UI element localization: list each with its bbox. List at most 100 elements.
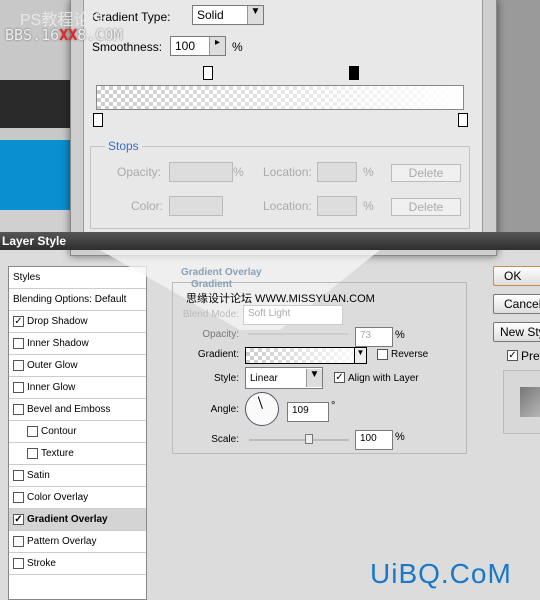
style-item[interactable]: Outer Glow (9, 355, 146, 377)
style-checkbox[interactable] (27, 448, 38, 459)
panel-title: Gradient Overlay (181, 267, 262, 278)
color-label: Color: (131, 199, 164, 213)
style-item[interactable]: Inner Shadow (9, 333, 146, 355)
stops-title: Stops (105, 139, 142, 153)
smoothness-input[interactable]: 100 ▸ (170, 36, 226, 56)
stop-opacity-input[interactable] (169, 162, 233, 182)
percent-label: % (232, 40, 243, 54)
watermark-url-highlight: XX (59, 26, 78, 44)
location-label: Location: (263, 199, 312, 213)
opacity-stop-right[interactable] (349, 66, 359, 80)
blend-mode-value: Soft Light (248, 308, 291, 319)
scale-slider-thumb[interactable] (305, 434, 313, 444)
style-item-label: Contour (41, 426, 77, 437)
chevron-down-icon: ▼ (306, 369, 322, 387)
style-label: Style: (213, 373, 239, 384)
percent-label: % (363, 199, 374, 213)
angle-needle (257, 396, 263, 409)
opacity-slider[interactable] (248, 333, 348, 335)
chevron-down-icon[interactable]: ▼ (354, 348, 366, 363)
style-checkbox[interactable] (13, 360, 24, 371)
style-checkbox[interactable] (13, 492, 24, 503)
style-item[interactable]: Contour (9, 421, 146, 443)
style-checkbox[interactable]: ✓ (13, 514, 24, 525)
style-item-label: Gradient Overlay (27, 514, 108, 525)
style-item-label: Stroke (27, 558, 56, 569)
watermark-url-part: 8.COM (77, 26, 123, 44)
preview-checkbox[interactable]: ✓ (507, 350, 518, 361)
delete-color-stop-button[interactable]: Delete (391, 198, 461, 216)
style-item-label: Bevel and Emboss (27, 404, 111, 415)
blend-mode-select[interactable]: Soft Light (243, 305, 343, 325)
style-item[interactable]: Color Overlay (9, 487, 146, 509)
style-item[interactable]: Bevel and Emboss (9, 399, 146, 421)
cancel-button[interactable]: Cancel (493, 294, 540, 314)
style-item-label: Satin (27, 470, 50, 481)
style-item[interactable]: Satin (9, 465, 146, 487)
style-checkbox[interactable] (13, 470, 24, 481)
gradient-type-select[interactable]: Solid ▼ (192, 5, 264, 25)
gradient-overlay-panel: Gradient Overlay Gradient Blend Mode: So… (172, 267, 467, 454)
uibq-watermark: UiBQ.CoM (370, 558, 512, 589)
style-item-label: Blending Options: Default (13, 294, 127, 305)
opacity-stop-mid[interactable] (203, 66, 213, 80)
style-item[interactable]: Inner Glow (9, 377, 146, 399)
styles-list: Styles Blending Options: Default ✓ Drop Sha… (8, 266, 147, 600)
missyuan-watermark: 思缘设计论坛 WWW.MISSYUAN.COM (186, 293, 375, 305)
opacity-label: Opacity: (202, 329, 239, 340)
style-item[interactable]: Styles (9, 267, 146, 289)
style-checkbox[interactable] (13, 338, 24, 349)
opacity-label: Opacity: (117, 165, 162, 179)
style-checkbox[interactable] (13, 536, 24, 547)
percent-label: % (395, 431, 405, 443)
style-checkbox[interactable] (13, 382, 24, 393)
color-stop-left[interactable] (93, 113, 103, 127)
reverse-checkbox[interactable] (377, 349, 388, 360)
location-label: Location: (263, 165, 312, 179)
style-preview (503, 370, 540, 434)
style-checkbox[interactable]: ✓ (13, 316, 24, 327)
angle-label: Angle: (210, 404, 239, 415)
smoothness-value: 100 (175, 39, 196, 53)
preview-swatch (520, 387, 540, 417)
stop-color-swatch[interactable] (169, 196, 223, 216)
style-item-label: Styles (13, 272, 41, 283)
align-with-layer-checkbox[interactable]: ✓ (334, 372, 345, 383)
angle-dial[interactable] (245, 392, 279, 426)
degree-label: ° (331, 400, 336, 412)
scale-label: Scale: (211, 434, 239, 445)
reverse-label: Reverse (391, 349, 429, 360)
gradient-type-value: Solid (197, 8, 224, 22)
style-checkbox[interactable] (27, 426, 38, 437)
play-icon[interactable]: ▸ (209, 37, 225, 55)
delete-opacity-stop-button[interactable]: Delete (391, 164, 461, 182)
style-item-label: Outer Glow (27, 360, 78, 371)
color-location-input[interactable] (317, 196, 357, 216)
style-item[interactable]: ✓ Drop Shadow (9, 311, 146, 333)
style-item[interactable]: Blending Options: Default (9, 289, 146, 311)
dialog-title: Layer Style (0, 232, 540, 250)
watermark-url-part: BBS.16 (5, 26, 60, 44)
style-item[interactable]: ✓ Gradient Overlay (9, 509, 146, 531)
new-style-button[interactable]: New Style... (493, 322, 540, 342)
color-stop-right[interactable] (458, 113, 468, 127)
percent-label: % (395, 329, 405, 341)
opacity-value: 73 (360, 330, 372, 341)
ok-button[interactable]: OK (493, 266, 540, 286)
gradient-preview-bar[interactable] (96, 85, 464, 110)
style-item[interactable]: Texture (9, 443, 146, 465)
style-item[interactable]: Pattern Overlay (9, 531, 146, 553)
angle-value: 109 (292, 405, 309, 416)
style-item[interactable]: Stroke (9, 553, 146, 575)
opacity-input[interactable]: 73 (355, 327, 393, 347)
scale-slider[interactable] (249, 434, 349, 444)
style-checkbox[interactable] (13, 404, 24, 415)
style-checkbox[interactable] (13, 558, 24, 569)
angle-input[interactable]: 109 (287, 402, 329, 422)
scale-value: 100 (360, 433, 377, 444)
opacity-location-input[interactable] (317, 162, 357, 182)
scale-input[interactable]: 100 (355, 430, 393, 450)
percent-label: % (233, 165, 244, 179)
gradient-picker[interactable]: ▼ (245, 347, 367, 364)
style-select[interactable]: Linear ▼ (245, 367, 323, 389)
